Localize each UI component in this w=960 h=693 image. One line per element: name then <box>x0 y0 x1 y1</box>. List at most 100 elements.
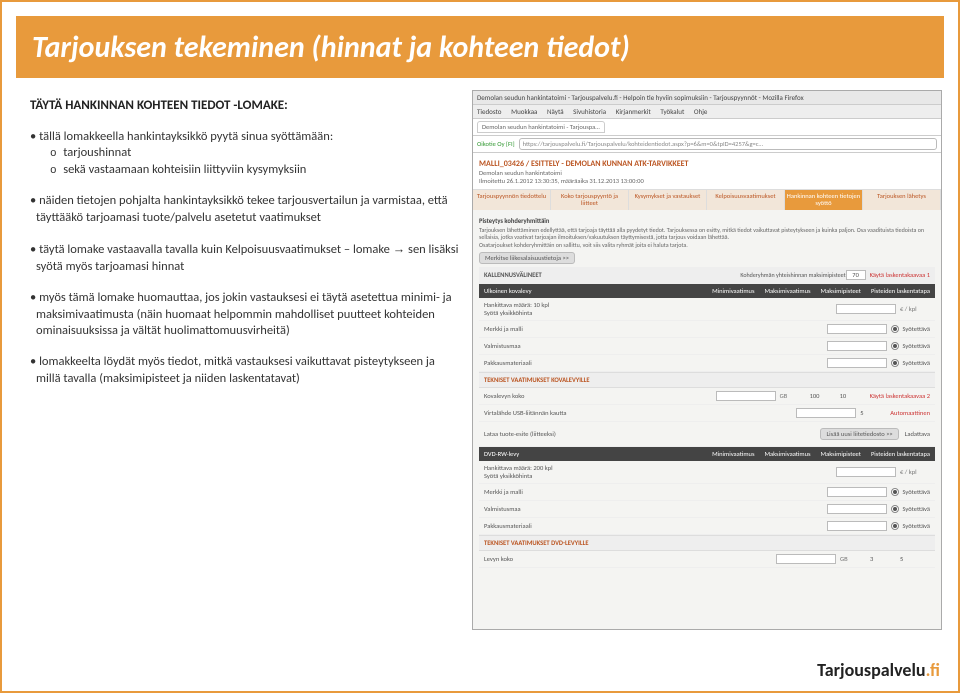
form-row: Levyn koko GB 3 5 <box>479 551 935 568</box>
wizard-tab[interactable]: Kysymykset ja vastaukset <box>629 190 707 210</box>
wizard-tab[interactable]: Tarjouksen lähetys <box>863 190 941 210</box>
formula-link[interactable]: Automaattinen <box>890 409 930 417</box>
form-row: Pakkausmateriaali Syötettävä <box>479 518 935 535</box>
wizard-tab[interactable]: Kelpoisuusvaatimukset <box>707 190 785 210</box>
section-desc: Osatarjoukset kohderyhmittäin on sallitt… <box>479 242 935 249</box>
section-heading: Pisteytys kohderyhmittäin <box>479 217 935 225</box>
dates: Ilmoitettu 26.1.2012 13:30:35, määräaika… <box>479 177 935 185</box>
radio-icon[interactable] <box>891 488 899 496</box>
mark-secrets-button[interactable]: Merkitse liikesalaisuustietoja >> <box>479 252 575 264</box>
url-field[interactable]: https://tarjouspalvelu.fi/Tarjouspalvelu… <box>519 138 937 150</box>
unit: € / kpl <box>900 468 930 476</box>
tech-req-heading: TEKNISET VAATIMUKSET KOVALEVYILLE <box>479 372 935 388</box>
row-label: Kovalevyn koko <box>484 392 716 400</box>
text-input[interactable] <box>827 504 887 514</box>
radio-icon[interactable] <box>891 505 899 513</box>
row-label: Merkki ja malli <box>484 488 827 496</box>
price-input[interactable] <box>836 304 896 314</box>
group-title: KALLENNUSVÄLINEET <box>484 271 740 279</box>
col: Pisteiden laskentatapa <box>871 287 930 295</box>
text-content: TÄYTÄ HANKINNAN KOHTEEN TIEDOT -LOMAKE: … <box>30 97 460 402</box>
menu-item[interactable]: Työkalut <box>660 107 684 116</box>
row-label: Valmistusmaa <box>484 342 827 350</box>
wizard-tab[interactable]: Koko tarjouspyyntö ja liitteet <box>551 190 629 210</box>
form-row: Merkki ja malli Syötettävä <box>479 321 935 338</box>
radio-label: Syötettävä <box>902 325 930 333</box>
tab-label[interactable]: Demolan seudun hankintatoimi - Tarjouspa… <box>477 121 605 133</box>
form-row: Virtalähde USB-liitännän kautta 5 Automa… <box>479 405 935 422</box>
row-label: Virtalähde USB-liitännän kautta <box>484 409 796 417</box>
unit: GB <box>780 392 810 400</box>
menu-item[interactable]: Kirjanmerkit <box>616 107 651 116</box>
attach-label: Ladattava <box>905 430 930 438</box>
row-label: Levyn koko <box>484 555 776 563</box>
number-input[interactable] <box>776 554 836 564</box>
bullet: lomakkeelta löydät myös tiedot, mitkä va… <box>30 354 460 388</box>
text-input[interactable] <box>827 324 887 334</box>
radio-icon[interactable] <box>891 342 899 350</box>
bullet: täytä lomake vastaavalla tavalla kuin Ke… <box>30 241 460 276</box>
procurement-title: MALLI_03426 / ESITTELY - DEMOLAN KUNNAN … <box>479 159 935 169</box>
footer-logo: Tarjouspalvelu.fi <box>817 659 940 681</box>
select-input[interactable] <box>796 408 856 418</box>
col: Minimivaatimus <box>712 287 754 295</box>
text-input[interactable] <box>827 521 887 531</box>
radio-label: Syötettävä <box>902 342 930 350</box>
menu-item[interactable]: Tiedosto <box>477 107 502 116</box>
price-input[interactable] <box>836 467 896 477</box>
formula-link[interactable]: Käytä laskentakaavaa 2 <box>870 392 930 400</box>
browser-addressbar: Demolan seudun hankintatoimi - Tarjouspa… <box>473 119 941 136</box>
menu-item[interactable]: Muokkaa <box>511 107 537 116</box>
max-val: 10 <box>840 392 870 400</box>
col: DVD-RW-levy <box>484 450 702 458</box>
number-input[interactable] <box>716 391 776 401</box>
bullet-group-5: lomakkeelta löydät myös tiedot, mitkä va… <box>30 354 460 388</box>
section-desc: Tarjouksen lähettäminen edellyttää, että… <box>479 227 935 241</box>
form-row: Kovalevyn koko GB 100 10 Käytä laskentak… <box>479 388 935 405</box>
text-input[interactable] <box>827 341 887 351</box>
browser-titlebar: Demolan seudun hankintatoimi - Tarjouspa… <box>473 91 941 105</box>
ssl-badge: Oikotie Oy [FI] <box>477 140 515 148</box>
embedded-screenshot: Demolan seudun hankintatoimi - Tarjouspa… <box>472 90 942 630</box>
menu-item[interactable]: Ohje <box>694 107 707 116</box>
row-label: Pakkausmateriaali <box>484 359 827 367</box>
radio-label: Syötettävä <box>902 488 930 496</box>
column-header-row: Ulkoinen kovalevy Minimivaatimus Maksimi… <box>479 284 935 298</box>
logo-text: Tarjouspalvelu <box>817 659 925 681</box>
col: Maksimipisteet <box>821 450 861 458</box>
radio-label: Syötettävä <box>902 522 930 530</box>
col: Maksimivaatimus <box>764 287 810 295</box>
row-label: Lataa tuote-esite (liitteeksi) <box>484 430 820 438</box>
form-row: Valmistusmaa Syötettävä <box>479 501 935 518</box>
bullet: myös tämä lomake huomauttaa, jos jokin v… <box>30 290 460 341</box>
add-attachment-button[interactable]: Lisää uusi liitetiedosto >> <box>820 428 898 440</box>
menu-item[interactable]: Näytä <box>547 107 564 116</box>
page-header: MALLI_03426 / ESITTELY - DEMOLAN KUNNAN … <box>473 153 941 190</box>
sub-bullet: tarjoushinnat <box>30 145 460 162</box>
points-value: 70 <box>846 270 866 280</box>
col: Maksimivaatimus <box>764 450 810 458</box>
radio-icon[interactable] <box>891 522 899 530</box>
row-label: Merkki ja malli <box>484 325 827 333</box>
radio-icon[interactable] <box>891 325 899 333</box>
text-input[interactable] <box>827 358 887 368</box>
browser-url-row: Oikotie Oy [FI] https://tarjouspalvelu.f… <box>473 136 941 153</box>
row-label: Pakkausmateriaali <box>484 522 827 530</box>
sub-bullet: sekä vastaamaan kohteisiin liittyviin ky… <box>30 162 460 179</box>
menu-item[interactable]: Sivuhistoria <box>573 107 606 116</box>
subheading: TÄYTÄ HANKINNAN KOHTEEN TIEDOT -LOMAKE: <box>30 97 460 115</box>
bullet-group-2: näiden tietojen pohjalta hankintayksikkö… <box>30 193 460 227</box>
form-row: Merkki ja malli Syötettävä <box>479 484 935 501</box>
wizard-tab[interactable]: Tarjouspyynnön tiedottelu <box>473 190 551 210</box>
radio-label: Syötettävä <box>902 505 930 513</box>
formula-link[interactable]: Käytä laskentakaavaa 1 <box>870 271 930 279</box>
logo-suffix: .fi <box>926 659 940 681</box>
radio-icon[interactable] <box>891 359 899 367</box>
group-header-row: KALLENNUSVÄLINEET Kohderyhmän yhteishinn… <box>479 267 935 284</box>
text-input[interactable] <box>827 487 887 497</box>
max-val: 5 <box>900 555 930 563</box>
bullet: näiden tietojen pohjalta hankintayksikkö… <box>30 193 460 227</box>
wizard-tab-active[interactable]: Hankinnan kohteen tietojen syöttö <box>785 190 863 210</box>
slide: Tarjouksen tekeminen (hinnat ja kohteen … <box>0 0 960 693</box>
form-row: Lataa tuote-esite (liitteeksi) Lisää uus… <box>479 422 935 447</box>
